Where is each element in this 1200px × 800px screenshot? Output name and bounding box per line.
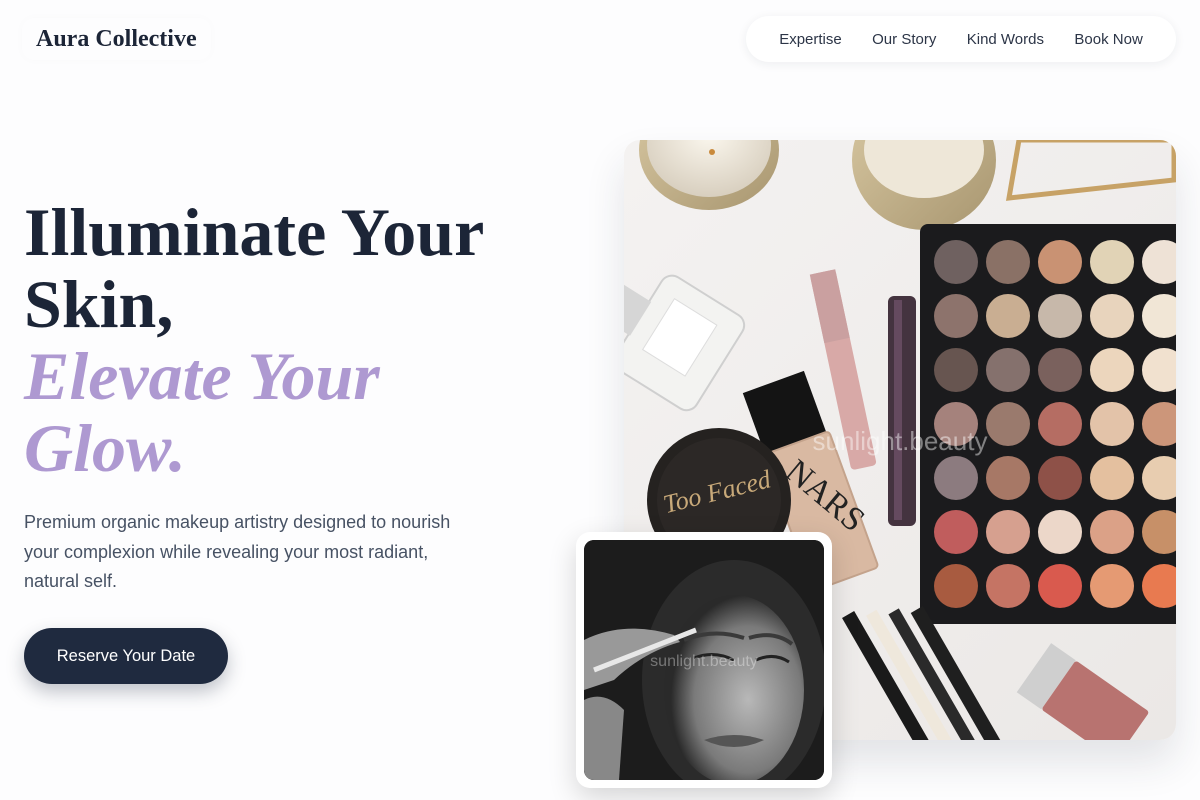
main-image-watermark: sunlight.beauty (813, 426, 988, 456)
main-nav: Expertise Our Story Kind Words Book Now (746, 16, 1176, 62)
brand-logo[interactable]: Aura Collective (22, 18, 211, 60)
nav-link-book-now[interactable]: Book Now (1074, 31, 1142, 48)
makeup-application-image: sunlight.beauty (576, 532, 832, 788)
inset-image-watermark: sunlight.beauty (650, 653, 758, 670)
headline-line-2: Skin, (24, 266, 174, 342)
brand-name: Aura Collective (36, 25, 197, 52)
nav-link-our-story[interactable]: Our Story (872, 31, 936, 48)
hero-headline: Illuminate Your Skin, Elevate Your Glow. (24, 196, 524, 484)
reserve-date-button[interactable]: Reserve Your Date (24, 628, 228, 684)
hero-subtext: Premium organic makeup artistry designed… (24, 512, 451, 591)
headline-line-1: Illuminate Your (24, 194, 485, 270)
nav-link-expertise[interactable]: Expertise (779, 31, 842, 48)
headline-accent-line-1: Elevate Your (24, 338, 380, 414)
nav-link-kind-words[interactable]: Kind Words (967, 31, 1044, 48)
headline-accent-line-2: Glow. (24, 410, 186, 486)
application-illustration: sunlight.beauty (584, 540, 824, 780)
